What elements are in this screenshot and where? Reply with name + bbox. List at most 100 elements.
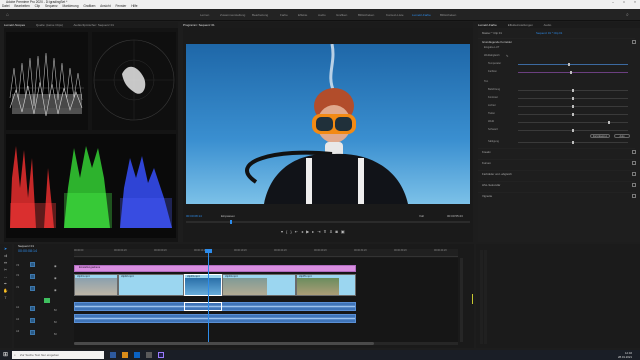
timeline-horizontal-scrollbar[interactable] [74, 342, 458, 345]
lumetri-sequence-label[interactable]: Sequenz 01 * Clip 01 [536, 31, 562, 35]
eye-icon[interactable]: ◉ [54, 288, 57, 292]
eye-icon[interactable]: ◉ [54, 276, 57, 280]
timeline-vertical-scrollbar[interactable] [460, 258, 463, 342]
audio-clip-selected[interactable] [184, 302, 222, 311]
tab-lumetri-color[interactable]: Lumetri-Farbe [478, 23, 497, 27]
fit-dropdown[interactable]: Einpassen [221, 214, 235, 218]
workspace-tab[interactable]: Lernen [200, 12, 209, 18]
reset-button[interactable]: Zurücksetzen [590, 134, 610, 138]
video-clip-selected[interactable]: clip03.mp4 [184, 274, 222, 296]
section-toggle-icon[interactable] [632, 194, 636, 198]
track-label-a2[interactable]: A2 [16, 318, 19, 321]
playhead-handle[interactable] [205, 249, 212, 253]
workspace-tab[interactable]: Audio [318, 12, 326, 18]
tab-lumetri-scopes[interactable]: Lumetri-Scopes [4, 23, 25, 27]
section-basic-correction[interactable]: Grundlegende Korrektur [478, 38, 635, 44]
section-creative[interactable]: Kreativ [478, 148, 635, 154]
menu-item-datei[interactable]: Datei [2, 4, 9, 8]
tint-slider[interactable] [518, 71, 628, 74]
voice-over-record-icon[interactable] [44, 298, 50, 303]
track-label-v3[interactable]: V3 [16, 264, 19, 267]
hand-tool-icon[interactable]: ✋ [3, 288, 8, 293]
section-hsl-secondary[interactable]: HSL-Sekundär [478, 181, 635, 187]
track-target-toggle[interactable] [30, 262, 35, 267]
tab-effect-controls[interactable]: Effekteinstellungen [508, 23, 533, 27]
video-clip[interactable]: clip01.mp4 [74, 274, 118, 296]
section-toggle-icon[interactable] [632, 161, 636, 165]
edge-icon[interactable] [134, 352, 140, 358]
menu-item-hilfe[interactable]: Hilfe [131, 4, 137, 8]
timeline-playhead[interactable] [208, 250, 209, 344]
shadows-slider[interactable] [518, 113, 628, 116]
workspace-tab[interactable]: Zusammenstellung [220, 12, 245, 18]
program-playhead[interactable] [230, 220, 232, 224]
quality-dropdown[interactable]: Voll [419, 214, 424, 218]
tab-audio-mixer[interactable]: Audioclipmischer: Sequenz 01 [74, 23, 114, 27]
explorer-icon[interactable] [122, 352, 128, 358]
track-target-toggle[interactable] [30, 330, 35, 335]
track-target-toggle[interactable] [30, 274, 35, 279]
selection-tool-icon[interactable]: ➤ [3, 246, 8, 251]
tab-program[interactable]: Programm: Sequenz 01 [183, 23, 215, 27]
workspace-tab[interactable]: Farbe [280, 12, 288, 18]
highlights-slider[interactable] [518, 105, 628, 108]
mute-icon[interactable]: M [54, 308, 57, 312]
exposure-slider[interactable] [518, 89, 628, 92]
track-target-toggle[interactable] [30, 318, 35, 323]
video-clip[interactable]: clip04.mp4 [222, 274, 296, 296]
taskbar-clock[interactable]: 12:46 28.01.2021 [592, 351, 632, 359]
search-icon[interactable]: ⌕ [626, 12, 632, 18]
blacks-slider[interactable] [518, 129, 628, 132]
audio-clip-a2[interactable] [74, 314, 356, 323]
section-color-wheels[interactable]: Farbräder und -abgleich [478, 170, 635, 176]
track-label-a3[interactable]: A3 [16, 330, 19, 333]
track-select-tool-icon[interactable]: ⇉ [3, 253, 8, 258]
section-vignette[interactable]: Vignette [478, 192, 635, 198]
menu-item-fenster[interactable]: Fenster [115, 4, 126, 8]
sequence-tab[interactable]: Sequenz 01 [18, 244, 34, 248]
program-scrubber[interactable] [186, 220, 470, 224]
workspace-tab-active[interactable]: Lumetri-Farbe [412, 12, 431, 18]
menu-item-markierung[interactable]: Markierung [63, 4, 79, 8]
taskbar-search-box[interactable]: ⌕ Zur Suche Text hier eingeben [12, 351, 104, 359]
workspace-tab[interactable]: Effekte [298, 12, 307, 18]
adjustment-layer-clip[interactable]: Einstellungsebene [74, 265, 356, 272]
section-toggle-icon[interactable] [632, 150, 636, 154]
section-toggle-icon[interactable] [632, 172, 636, 176]
temperature-slider[interactable] [518, 63, 628, 66]
section-toggle-icon[interactable] [632, 183, 636, 187]
track-label-v1[interactable]: V1 [16, 286, 19, 289]
workspace-tab[interactable]: Kontext-Liste [386, 12, 404, 18]
tab-source[interactable]: Quelle: (keine Clips) [36, 23, 63, 27]
workspace-tab[interactable]: Grafiken [336, 12, 347, 18]
section-curves[interactable]: Kurven [478, 159, 635, 165]
app-icon[interactable] [146, 352, 152, 358]
compare-view-icon[interactable]: ▣ [341, 229, 348, 234]
track-label-v2[interactable]: V2 [16, 274, 19, 277]
premiere-pro-icon[interactable] [158, 352, 164, 358]
track-label-a1[interactable]: A1 [16, 306, 19, 309]
video-clip[interactable]: clip05.mp4 [296, 274, 356, 296]
ripple-edit-tool-icon[interactable]: ⇹ [3, 260, 8, 265]
contrast-slider[interactable] [518, 97, 628, 100]
track-target-toggle[interactable] [30, 306, 35, 311]
tab-audio[interactable]: Audio [544, 23, 552, 27]
whites-slider[interactable] [518, 121, 628, 124]
menu-item-ansicht[interactable]: Ansicht [100, 4, 110, 8]
slip-tool-icon[interactable]: ↔ [3, 274, 8, 279]
mute-icon[interactable]: M [54, 332, 57, 336]
eye-icon[interactable]: ◉ [54, 264, 57, 268]
razor-tool-icon[interactable]: ✂ [3, 267, 8, 272]
workspace-tab[interactable]: Bibliotheken [440, 12, 456, 18]
mute-icon[interactable]: M [54, 320, 57, 324]
section-toggle-icon[interactable] [632, 40, 636, 44]
pen-tool-icon[interactable]: ✒ [3, 281, 8, 286]
menu-item-clip[interactable]: Clip [35, 4, 41, 8]
menu-item-bearbeiten[interactable]: Bearbeiten [14, 4, 29, 8]
home-icon[interactable]: ⌂ [6, 12, 12, 18]
saturation-slider[interactable] [518, 141, 628, 144]
lumetri-master-label[interactable]: Master * Clip 01 [482, 31, 502, 35]
menu-item-grafiken[interactable]: Grafiken [83, 4, 95, 8]
time-ruler[interactable]: 00:00:00 00:00:04:23 00:00:09:23 00:00:1… [74, 249, 458, 257]
video-clip[interactable]: clip02.mp4 [118, 274, 184, 296]
